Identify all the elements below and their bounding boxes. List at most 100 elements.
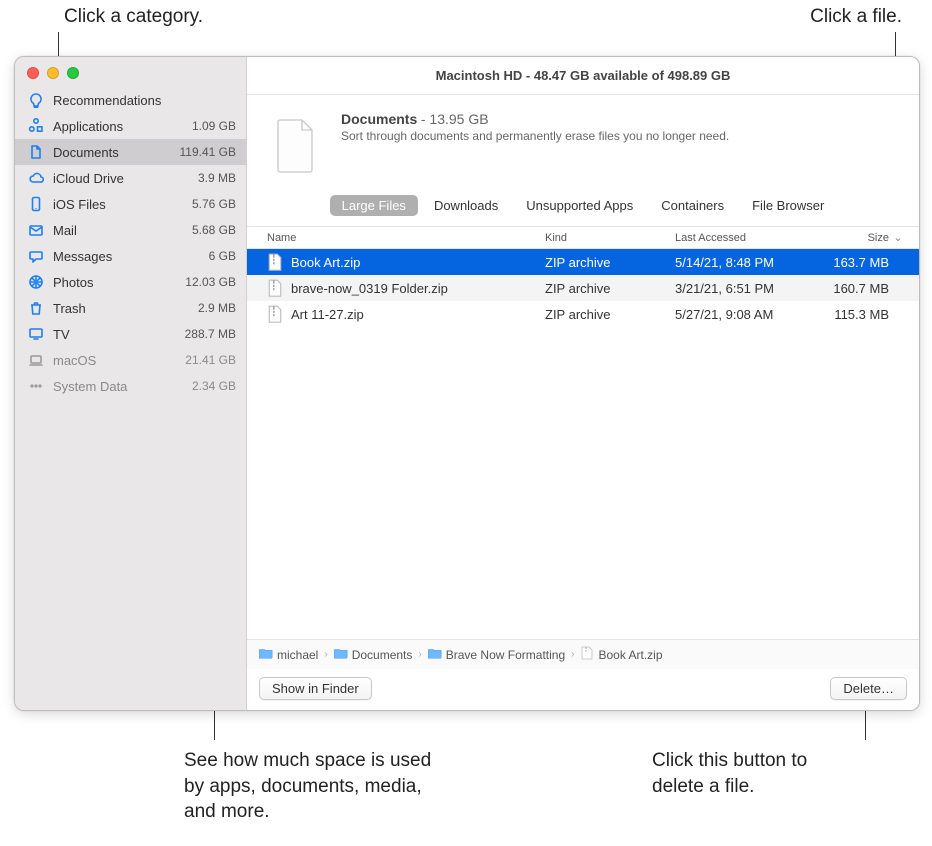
category-size: - 13.95 GB — [421, 111, 489, 127]
tab-unsupported-apps[interactable]: Unsupported Apps — [514, 195, 645, 216]
sidebar-item-label: Applications — [53, 119, 166, 134]
sidebar-item-icloud-drive[interactable]: iCloud Drive 3.9 MB — [15, 165, 246, 191]
column-kind[interactable]: Kind — [545, 232, 675, 244]
sidebar-item-documents[interactable]: Documents119.41 GB — [15, 139, 246, 165]
sidebar-item-recommendations[interactable]: Recommendations — [15, 87, 246, 113]
window-title-text: Macintosh HD - 48.47 GB available of 498… — [436, 68, 731, 83]
laptop-icon — [27, 352, 45, 368]
path-segment[interactable]: Brave Now Formatting — [428, 646, 565, 663]
sidebar-item-size: 6 GB — [174, 249, 236, 263]
dots-icon — [27, 378, 45, 394]
tab-file-browser[interactable]: File Browser — [740, 195, 836, 216]
sidebar-item-size: 5.68 GB — [174, 223, 236, 237]
zip-file-icon — [267, 280, 283, 296]
tab-downloads[interactable]: Downloads — [422, 195, 510, 216]
file-kind: ZIP archive — [545, 307, 675, 322]
file-row[interactable]: Book Art.zipZIP archive5/14/21, 8:48 PM1… — [247, 249, 919, 275]
photos-icon — [27, 274, 45, 290]
sidebar-item-system-data[interactable]: System Data2.34 GB — [15, 373, 246, 399]
file-size: 163.7 MB — [811, 255, 889, 270]
sidebar-item-size: 21.41 GB — [174, 353, 236, 367]
phone-icon — [27, 196, 45, 212]
folder-icon — [428, 646, 442, 663]
category-header: Documents - 13.95 GB Sort through docume… — [247, 95, 919, 189]
folder-icon — [259, 646, 273, 663]
storage-management-window: Recommendations Applications 1.09 GB Docume… — [14, 56, 920, 711]
sidebar-item-label: iCloud Drive — [53, 171, 166, 186]
zoom-window-button[interactable] — [67, 67, 79, 79]
sidebar-item-label: Recommendations — [53, 93, 166, 108]
column-size[interactable]: Size — [811, 232, 889, 244]
category-subtitle: Sort through documents and permanently e… — [341, 129, 729, 143]
sidebar-item-macos[interactable]: macOS 21.41 GB — [15, 347, 246, 373]
tv-icon — [27, 326, 45, 342]
path-segment[interactable]: Documents — [334, 646, 413, 663]
tab-bar: Large FilesDownloadsUnsupported AppsCont… — [247, 189, 919, 226]
column-menu-icon[interactable]: ⌄ — [889, 231, 907, 244]
tab-containers[interactable]: Containers — [649, 195, 736, 216]
column-name[interactable]: Name — [267, 232, 545, 244]
file-last-accessed: 5/14/21, 8:48 PM — [675, 255, 811, 270]
bottom-toolbar: Show in Finder Delete… — [247, 669, 919, 710]
sidebar-item-size: 5.76 GB — [174, 197, 236, 211]
tab-large-files[interactable]: Large Files — [330, 195, 418, 216]
zip-file-icon — [267, 306, 283, 322]
file-row[interactable]: brave-now_0319 Folder.zipZIP archive3/21… — [247, 275, 919, 301]
main-content: Macintosh HD - 48.47 GB available of 498… — [247, 57, 919, 710]
file-last-accessed: 5/27/21, 9:08 AM — [675, 307, 811, 322]
apps-icon — [27, 118, 45, 134]
path-segment[interactable]: michael — [259, 646, 318, 663]
sidebar-item-label: Documents — [53, 145, 166, 160]
window-title: Macintosh HD - 48.47 GB available of 498… — [247, 57, 919, 95]
sidebar-item-ios-files[interactable]: iOS Files 5.76 GB — [15, 191, 246, 217]
sidebar-item-size: 2.34 GB — [174, 379, 236, 393]
sidebar-item-size: 1.09 GB — [174, 119, 236, 133]
trash-icon — [27, 300, 45, 316]
callout-top-right: Click a file. — [810, 6, 902, 28]
sidebar-item-label: Photos — [53, 275, 166, 290]
folder-icon — [334, 646, 348, 663]
sidebar-item-label: iOS Files — [53, 197, 166, 212]
sidebar-item-size: 2.9 MB — [174, 301, 236, 315]
sidebar-item-label: Messages — [53, 249, 166, 264]
sidebar-item-size: 3.9 MB — [174, 171, 236, 185]
file-table: Name Kind Last Accessed Size ⌄ Book Art.… — [247, 226, 919, 639]
column-date[interactable]: Last Accessed — [675, 232, 811, 244]
callout-bottom-right: Click this button to delete a file. — [652, 748, 862, 799]
path-label: Book Art.zip — [598, 648, 662, 662]
file-name: Art 11-27.zip — [291, 307, 364, 322]
chevron-right-icon: › — [571, 649, 574, 660]
sidebar-item-trash[interactable]: Trash2.9 MB — [15, 295, 246, 321]
chevron-right-icon: › — [324, 649, 327, 660]
callout-top-left: Click a category. — [64, 6, 203, 28]
sidebar-item-size: 12.03 GB — [174, 275, 236, 289]
cloud-icon — [27, 170, 45, 186]
sidebar-item-photos[interactable]: Photos 12.03 GB — [15, 269, 246, 295]
file-kind: ZIP archive — [545, 281, 675, 296]
file-last-accessed: 3/21/21, 6:51 PM — [675, 281, 811, 296]
document-icon — [27, 144, 45, 160]
file-size: 160.7 MB — [811, 281, 889, 296]
delete-button[interactable]: Delete… — [830, 677, 907, 700]
sidebar-item-tv[interactable]: TV 288.7 MB — [15, 321, 246, 347]
sidebar-item-size: 288.7 MB — [174, 327, 236, 341]
path-segment[interactable]: Book Art.zip — [580, 646, 662, 663]
file-size: 115.3 MB — [811, 307, 889, 322]
sidebar-item-applications[interactable]: Applications 1.09 GB — [15, 113, 246, 139]
sidebar-list: Recommendations Applications 1.09 GB Docume… — [15, 85, 246, 710]
sidebar-item-label: Mail — [53, 223, 166, 238]
minimize-window-button[interactable] — [47, 67, 59, 79]
sidebar-item-label: TV — [53, 327, 166, 342]
sidebar-item-label: macOS — [53, 353, 166, 368]
chevron-right-icon: › — [418, 649, 421, 660]
path-label: michael — [277, 648, 318, 662]
table-header: Name Kind Last Accessed Size ⌄ — [247, 227, 919, 249]
category-header-text: Documents - 13.95 GB Sort through docume… — [341, 111, 729, 181]
close-window-button[interactable] — [27, 67, 39, 79]
mail-icon — [27, 222, 45, 238]
sidebar-item-messages[interactable]: Messages 6 GB — [15, 243, 246, 269]
file-row[interactable]: Art 11-27.zip ZIP archive5/27/21, 9:08 AM… — [247, 301, 919, 327]
sidebar-item-mail[interactable]: Mail 5.68 GB — [15, 217, 246, 243]
show-in-finder-button[interactable]: Show in Finder — [259, 677, 372, 700]
zip-file-icon — [267, 254, 283, 270]
